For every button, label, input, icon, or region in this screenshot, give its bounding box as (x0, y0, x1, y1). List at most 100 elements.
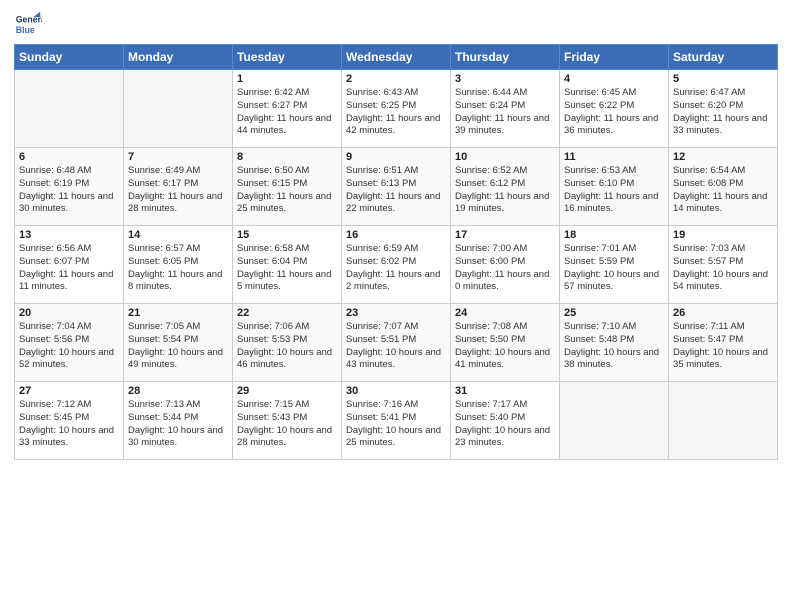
cal-cell: 16Sunrise: 6:59 AMSunset: 6:02 PMDayligh… (342, 226, 451, 304)
cal-cell: 28Sunrise: 7:13 AMSunset: 5:44 PMDayligh… (124, 382, 233, 460)
day-number: 12 (673, 151, 773, 163)
cal-cell: 5 Sunrise: 6:47 AMSunset: 6:20 PMDaylight… (669, 70, 778, 148)
day-number: 27 (19, 385, 119, 397)
day-number: 7 (128, 151, 228, 163)
weekday-header-tuesday: Tuesday (233, 45, 342, 70)
cell-details: Sunrise: 6:54 AMSunset: 6:08 PMDaylight:… (673, 165, 773, 216)
cal-cell: 26Sunrise: 7:11 AMSunset: 5:47 PMDayligh… (669, 304, 778, 382)
weekday-header-friday: Friday (560, 45, 669, 70)
cal-cell: 30Sunrise: 7:16 AMSunset: 5:41 PMDayligh… (342, 382, 451, 460)
day-number: 22 (237, 307, 337, 319)
cal-cell: 12 Sunrise: 6:54 AMSunset: 6:08 PMDayligh… (669, 148, 778, 226)
day-number: 14 (128, 229, 228, 241)
cell-details: Sunrise: 7:07 AMSunset: 5:51 PMDaylight:… (346, 321, 446, 372)
day-number: 17 (455, 229, 555, 241)
cal-cell (560, 382, 669, 460)
cell-details: Sunrise: 7:08 AMSunset: 5:50 PMDaylight:… (455, 321, 555, 372)
cell-details: Sunrise: 6:45 AMSunset: 6:22 PMDaylight:… (564, 87, 664, 138)
cal-cell: 18 Sunrise: 7:01 AMSunset: 5:59 PMDayligh… (560, 226, 669, 304)
cal-cell: 15Sunrise: 6:58 AMSunset: 6:04 PMDayligh… (233, 226, 342, 304)
cal-cell (124, 70, 233, 148)
day-number: 21 (128, 307, 228, 319)
cal-cell (669, 382, 778, 460)
day-number: 2 (346, 73, 446, 85)
day-number: 18 (564, 229, 664, 241)
cell-details: Sunrise: 6:50 AMSunset: 6:15 PMDaylight:… (237, 165, 337, 216)
cal-cell: 8 Sunrise: 6:50 AMSunset: 6:15 PMDaylight… (233, 148, 342, 226)
cal-cell: 11 Sunrise: 6:53 AMSunset: 6:10 PMDayligh… (560, 148, 669, 226)
calendar-table: SundayMondayTuesdayWednesdayThursdayFrid… (14, 44, 778, 460)
day-number: 1 (237, 73, 337, 85)
day-number: 9 (346, 151, 446, 163)
cal-cell: 6Sunrise: 6:48 AMSunset: 6:19 PMDaylight… (15, 148, 124, 226)
cell-details: Sunrise: 7:03 AMSunset: 5:57 PMDaylight:… (673, 243, 773, 294)
logo: General Blue (14, 10, 46, 38)
cal-cell: 31Sunrise: 7:17 AMSunset: 5:40 PMDayligh… (451, 382, 560, 460)
cal-cell: 25 Sunrise: 7:10 AMSunset: 5:48 PMDayligh… (560, 304, 669, 382)
cal-cell: 23 Sunrise: 7:07 AMSunset: 5:51 PMDayligh… (342, 304, 451, 382)
day-number: 5 (673, 73, 773, 85)
cell-details: Sunrise: 6:43 AMSunset: 6:25 PMDaylight:… (346, 87, 446, 138)
cal-cell: 2 Sunrise: 6:43 AMSunset: 6:25 PMDaylight… (342, 70, 451, 148)
cell-details: Sunrise: 7:12 AMSunset: 5:45 PMDaylight:… (19, 399, 119, 450)
cal-cell: 19Sunrise: 7:03 AMSunset: 5:57 PMDayligh… (669, 226, 778, 304)
day-number: 11 (564, 151, 664, 163)
weekday-header-thursday: Thursday (451, 45, 560, 70)
cell-details: Sunrise: 6:49 AMSunset: 6:17 PMDaylight:… (128, 165, 228, 216)
weekday-header-sunday: Sunday (15, 45, 124, 70)
cal-cell: 21 Sunrise: 7:05 AMSunset: 5:54 PMDayligh… (124, 304, 233, 382)
cal-cell: 7 Sunrise: 6:49 AMSunset: 6:17 PMDaylight… (124, 148, 233, 226)
cell-details: Sunrise: 7:04 AMSunset: 5:56 PMDaylight:… (19, 321, 119, 372)
cal-cell: 27 Sunrise: 7:12 AMSunset: 5:45 PMDayligh… (15, 382, 124, 460)
cell-details: Sunrise: 6:53 AMSunset: 6:10 PMDaylight:… (564, 165, 664, 216)
day-number: 10 (455, 151, 555, 163)
day-number: 20 (19, 307, 119, 319)
day-number: 16 (346, 229, 446, 241)
day-number: 4 (564, 73, 664, 85)
weekday-header-saturday: Saturday (669, 45, 778, 70)
cal-cell: 4 Sunrise: 6:45 AMSunset: 6:22 PMDaylight… (560, 70, 669, 148)
cal-cell: 17 Sunrise: 7:00 AMSunset: 6:00 PMDayligh… (451, 226, 560, 304)
day-number: 29 (237, 385, 337, 397)
day-number: 3 (455, 73, 555, 85)
day-number: 8 (237, 151, 337, 163)
cell-details: Sunrise: 7:01 AMSunset: 5:59 PMDaylight:… (564, 243, 664, 294)
page-container: General Blue SundayMondayTuesdayWednesda… (0, 0, 792, 470)
week-row-4: 20 Sunrise: 7:04 AMSunset: 5:56 PMDayligh… (15, 304, 778, 382)
cell-details: Sunrise: 7:05 AMSunset: 5:54 PMDaylight:… (128, 321, 228, 372)
day-number: 23 (346, 307, 446, 319)
cell-details: Sunrise: 6:47 AMSunset: 6:20 PMDaylight:… (673, 87, 773, 138)
week-row-3: 13 Sunrise: 6:56 AMSunset: 6:07 PMDayligh… (15, 226, 778, 304)
cell-details: Sunrise: 7:15 AMSunset: 5:43 PMDaylight:… (237, 399, 337, 450)
svg-text:Blue: Blue (16, 25, 35, 35)
cal-cell: 9 Sunrise: 6:51 AMSunset: 6:13 PMDaylight… (342, 148, 451, 226)
cell-details: Sunrise: 6:52 AMSunset: 6:12 PMDaylight:… (455, 165, 555, 216)
day-number: 31 (455, 385, 555, 397)
cal-cell: 1Sunrise: 6:42 AMSunset: 6:27 PMDaylight… (233, 70, 342, 148)
cell-details: Sunrise: 6:57 AMSunset: 6:05 PMDaylight:… (128, 243, 228, 294)
cal-cell: 13 Sunrise: 6:56 AMSunset: 6:07 PMDayligh… (15, 226, 124, 304)
header-row: General Blue (14, 10, 778, 38)
cal-cell: 29 Sunrise: 7:15 AMSunset: 5:43 PMDayligh… (233, 382, 342, 460)
cell-details: Sunrise: 7:00 AMSunset: 6:00 PMDaylight:… (455, 243, 555, 294)
cal-cell (15, 70, 124, 148)
cell-details: Sunrise: 6:56 AMSunset: 6:07 PMDaylight:… (19, 243, 119, 294)
cell-details: Sunrise: 6:51 AMSunset: 6:13 PMDaylight:… (346, 165, 446, 216)
cell-details: Sunrise: 6:44 AMSunset: 6:24 PMDaylight:… (455, 87, 555, 138)
cal-cell: 24 Sunrise: 7:08 AMSunset: 5:50 PMDayligh… (451, 304, 560, 382)
weekday-header-row: SundayMondayTuesdayWednesdayThursdayFrid… (15, 45, 778, 70)
cell-details: Sunrise: 7:10 AMSunset: 5:48 PMDaylight:… (564, 321, 664, 372)
day-number: 15 (237, 229, 337, 241)
cal-cell: 10 Sunrise: 6:52 AMSunset: 6:12 PMDayligh… (451, 148, 560, 226)
cell-details: Sunrise: 6:48 AMSunset: 6:19 PMDaylight:… (19, 165, 119, 216)
cal-cell: 14 Sunrise: 6:57 AMSunset: 6:05 PMDayligh… (124, 226, 233, 304)
day-number: 24 (455, 307, 555, 319)
day-number: 25 (564, 307, 664, 319)
cell-details: Sunrise: 7:13 AMSunset: 5:44 PMDaylight:… (128, 399, 228, 450)
week-row-1: 1Sunrise: 6:42 AMSunset: 6:27 PMDaylight… (15, 70, 778, 148)
day-number: 13 (19, 229, 119, 241)
cal-cell: 3 Sunrise: 6:44 AMSunset: 6:24 PMDaylight… (451, 70, 560, 148)
week-row-2: 6Sunrise: 6:48 AMSunset: 6:19 PMDaylight… (15, 148, 778, 226)
cell-details: Sunrise: 7:06 AMSunset: 5:53 PMDaylight:… (237, 321, 337, 372)
weekday-header-wednesday: Wednesday (342, 45, 451, 70)
